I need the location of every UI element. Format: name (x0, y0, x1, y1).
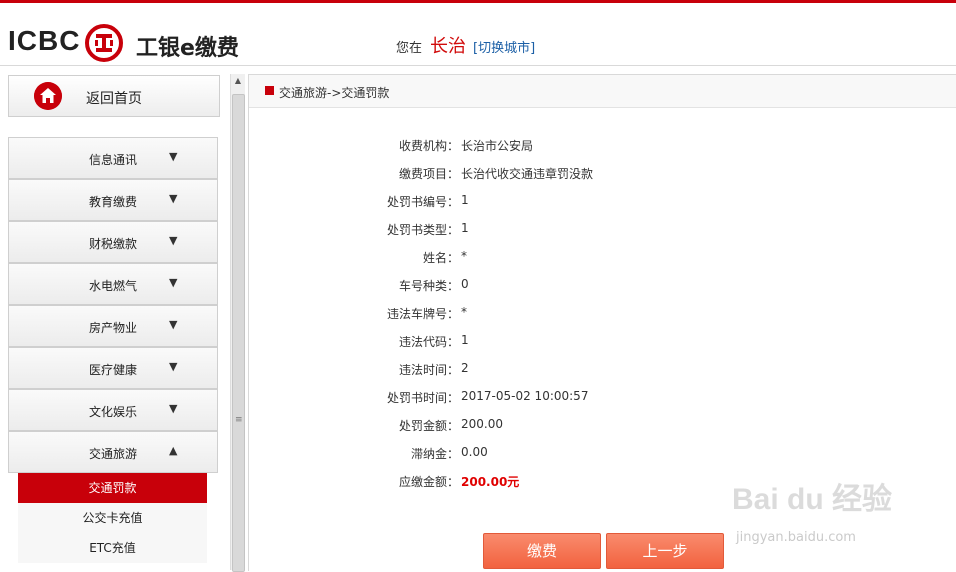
detail-value: 1 (461, 193, 469, 207)
detail-label: 姓名： (422, 251, 459, 265)
detail-row-notice-type: 处罚书类型： 1 (249, 218, 956, 238)
detail-row-violation-code: 违法代码： 1 (249, 330, 956, 350)
menu-label: 交通旅游 (89, 447, 138, 461)
detail-row-org: 收费机构： 长治市公安局 (249, 134, 956, 154)
detail-row-late-fee: 滞纳金： 0.00 (249, 442, 956, 462)
detail-value: * (461, 305, 467, 319)
pay-button[interactable]: 缴费 (483, 533, 601, 569)
submenu-item-etc[interactable]: ETC充值 (18, 533, 207, 563)
detail-label: 处罚书编号： (386, 195, 459, 209)
detail-row-plate-no: 违法车牌号： * (249, 302, 956, 322)
home-icon (34, 82, 62, 110)
chevron-down-icon: ▼ (169, 276, 178, 289)
menu-label: 文化娱乐 (89, 405, 138, 419)
menu-label: 水电燃气 (89, 279, 138, 293)
grip-icon: ≡ (235, 415, 243, 425)
red-square-icon (265, 86, 274, 95)
detail-row-plate-type: 车号种类： 0 (249, 274, 956, 294)
menu-item-transport-travel[interactable]: 交通旅游 ▲ (8, 431, 218, 473)
detail-row-notice-no: 处罚书编号： 1 (249, 190, 956, 210)
detail-value: 2017-05-02 10:00:57 (461, 389, 589, 403)
menu-item-utilities[interactable]: 水电燃气 ▼ (8, 263, 218, 305)
scroll-up-arrow-icon[interactable]: ▲ (231, 74, 245, 88)
menu-item-education[interactable]: 教育缴费 ▼ (8, 179, 218, 221)
chevron-down-icon: ▼ (169, 360, 178, 373)
submenu-item-bus-card[interactable]: 公交卡充值 (18, 503, 207, 533)
detail-value: 长治市公安局 (461, 139, 534, 153)
detail-row-violation-time: 违法时间： 2 (249, 358, 956, 378)
chevron-up-icon: ▲ (169, 444, 178, 457)
city-prefix: 您在 (396, 41, 423, 56)
brand-name: 工银e缴费 (136, 36, 239, 61)
menu-label: 财税缴款 (89, 237, 138, 251)
menu-item-info-communication[interactable]: 信息通讯 ▼ (8, 137, 218, 179)
detail-label: 处罚金额： (398, 419, 459, 433)
detail-value: * (461, 249, 467, 263)
chevron-down-icon: ▼ (169, 234, 178, 247)
menu-label: 医疗健康 (89, 363, 138, 377)
icbc-seal-icon (85, 24, 123, 62)
detail-value: 1 (461, 221, 469, 235)
home-button[interactable]: 返回首页 (8, 75, 220, 117)
menu-item-tax[interactable]: 财税缴款 ▼ (8, 221, 218, 263)
scroll-thumb[interactable]: ≡ (232, 94, 245, 572)
detail-row-fine-amount: 处罚金额： 200.00 (249, 414, 956, 434)
detail-value: 2 (461, 361, 469, 375)
chevron-down-icon: ▼ (169, 150, 178, 163)
sidebar: 返回首页 信息通讯 ▼ 教育缴费 ▼ 财税缴款 ▼ 水电燃气 ▼ 房产物业 ▼ … (0, 66, 228, 570)
detail-label: 缴费项目： (398, 167, 459, 181)
detail-label: 违法车牌号： (386, 307, 459, 321)
detail-value: 长治代收交通违章罚没款 (461, 167, 594, 181)
detail-label: 车号种类： (398, 279, 459, 293)
baidu-watermark: Bai du 经验 (732, 483, 893, 516)
chevron-down-icon: ▼ (169, 402, 178, 415)
breadcrumb: 交通旅游->交通罚款 (249, 75, 956, 108)
icbc-logo-text: ICBC (8, 25, 81, 56)
detail-value: 1 (461, 333, 469, 347)
menu-label: 房产物业 (89, 321, 138, 335)
site-header: ICBC 工银e缴费 您在 长治 [切换城市] (0, 3, 956, 66)
detail-row-notice-time: 处罚书时间： 2017-05-02 10:00:57 (249, 386, 956, 406)
menu-label: 信息通讯 (89, 153, 138, 167)
detail-label: 收费机构： (398, 139, 459, 153)
switch-city-link[interactable]: [切换城市] (473, 37, 535, 56)
sidebar-scrollbar[interactable]: ▲ ≡ (230, 74, 245, 572)
menu-item-property[interactable]: 房产物业 ▼ (8, 305, 218, 347)
menu-item-medical[interactable]: 医疗健康 ▼ (8, 347, 218, 389)
detail-row-item: 缴费项目： 长治代收交通违章罚没款 (249, 162, 956, 182)
detail-value: 0.00 (461, 445, 488, 459)
detail-value: 200.00 (461, 417, 503, 431)
menu-item-entertainment[interactable]: 文化娱乐 ▼ (8, 389, 218, 431)
submenu-item-traffic-fine[interactable]: 交通罚款 (18, 473, 207, 503)
detail-label: 违法时间： (398, 363, 459, 377)
detail-label: 处罚书时间： (386, 391, 459, 405)
home-label: 返回首页 (86, 91, 142, 107)
detail-label: 处罚书类型： (386, 223, 459, 237)
baidu-watermark-url: jingyan.baidu.com (736, 530, 856, 545)
detail-label: 违法代码： (398, 335, 459, 349)
detail-label: 应缴金额： (398, 475, 459, 489)
amount-due-value: 200.00元 (461, 475, 520, 489)
chevron-down-icon: ▼ (169, 318, 178, 331)
breadcrumb-text: 交通旅游->交通罚款 (279, 86, 390, 100)
menu-label: 教育缴费 (89, 195, 138, 209)
detail-value: 0 (461, 277, 469, 291)
previous-step-button[interactable]: 上一步 (606, 533, 724, 569)
detail-row-name: 姓名： * (249, 246, 956, 266)
current-city: 长治 (430, 36, 466, 57)
chevron-down-icon: ▼ (169, 192, 178, 205)
detail-label: 滞纳金： (410, 447, 459, 461)
